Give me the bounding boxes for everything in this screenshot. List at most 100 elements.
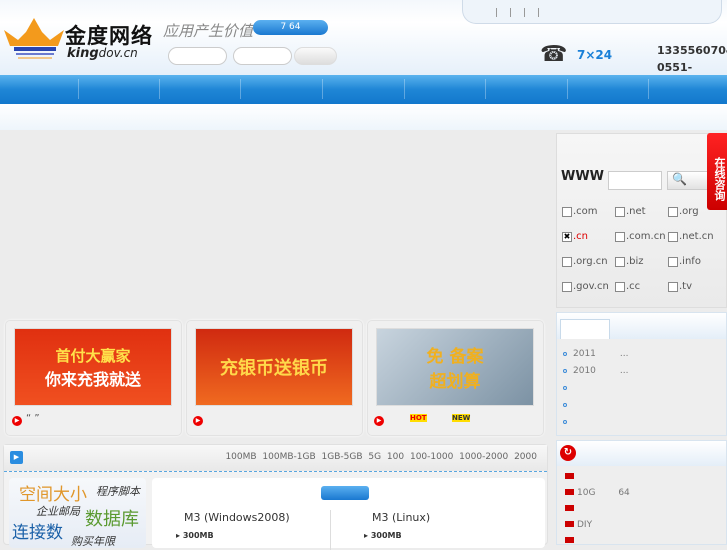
hot-item[interactable] xyxy=(565,472,577,482)
checkbox[interactable] xyxy=(562,281,572,292)
tld-checkbox[interactable]: .org xyxy=(668,206,699,217)
news-header xyxy=(557,313,726,339)
tld-checkbox[interactable]: .net.cn xyxy=(668,231,714,242)
checkbox[interactable] xyxy=(615,206,625,217)
hosting-plans: M3 (Windows2008) ▸ 300MB M3 (Linux) ▸ 30… xyxy=(152,478,545,550)
nav-item[interactable] xyxy=(404,79,405,99)
news-year: 2010 xyxy=(573,366,596,376)
tld-checkbox[interactable]: .com.cn xyxy=(615,231,666,242)
separator xyxy=(496,8,497,17)
tld-checkbox[interactable]: .info xyxy=(668,256,701,267)
checkbox[interactable] xyxy=(668,206,678,217)
promo-card[interactable]: 免 备案 超划算 ▶ HOT NEW xyxy=(367,320,544,436)
tag[interactable]: 企业邮局 xyxy=(36,503,80,519)
crown-logo-icon xyxy=(4,18,64,59)
tld-checkbox[interactable]: .org.cn xyxy=(562,256,608,267)
tld-label: .biz xyxy=(626,256,644,267)
news-more: ... xyxy=(619,366,629,376)
domain-input[interactable] xyxy=(608,171,662,190)
tld-label: .gov.cn xyxy=(573,281,609,292)
checkbox[interactable] xyxy=(668,231,678,242)
hot-logo-icon: ↻ xyxy=(560,445,576,461)
promo-card[interactable]: 首付大赢家 你来充我就送 ▶ “ ” xyxy=(5,320,182,436)
tag[interactable]: 数据库 xyxy=(85,505,139,531)
news-item[interactable] xyxy=(563,417,597,427)
nav-item[interactable] xyxy=(78,79,79,99)
hot-header: ↻ xyxy=(557,441,726,466)
banner-line: 首付大赢家 xyxy=(55,346,131,365)
news-item[interactable] xyxy=(563,383,597,393)
news-tab[interactable] xyxy=(560,319,610,339)
nav-item[interactable] xyxy=(567,79,568,99)
plan-spec: ▸ 300MB xyxy=(176,531,214,540)
nav-item[interactable] xyxy=(648,79,649,99)
news-item[interactable]: 2010... xyxy=(563,366,629,376)
nav-item[interactable] xyxy=(485,79,486,99)
tld-label: .org xyxy=(679,206,699,217)
logo-domain-rest: dov.cn xyxy=(98,46,138,60)
tld-label: .org.cn xyxy=(573,256,608,267)
tld-checkbox[interactable]: ✖ .cn xyxy=(562,231,588,242)
rank-icon xyxy=(565,505,574,511)
rank-icon xyxy=(565,489,574,495)
tld-checkbox[interactable]: .biz xyxy=(615,256,644,267)
checkbox[interactable]: ✖ xyxy=(562,231,572,242)
slogan-badge[interactable]: 7 64 xyxy=(253,20,328,35)
tld-checkbox[interactable]: .cc xyxy=(615,281,640,292)
promo-caption[interactable]: “ ” xyxy=(26,413,40,424)
promo-card[interactable]: 充银币送银币 ▶ xyxy=(186,320,363,436)
tag[interactable]: 空间大小 xyxy=(19,480,87,505)
tld-label: .tv xyxy=(679,281,693,292)
tld-checkbox[interactable]: .tv xyxy=(668,281,692,292)
hot-item[interactable]: 10G 64 xyxy=(565,488,630,498)
rank-icon xyxy=(565,537,574,543)
tld-checkbox[interactable]: .net xyxy=(615,206,646,217)
play-icon: ▶ xyxy=(193,416,203,426)
www-label: WWW . xyxy=(561,169,614,184)
banner-line: 超划算 xyxy=(429,372,481,392)
news-more: ... xyxy=(619,349,629,359)
nav-item[interactable] xyxy=(159,79,160,99)
bullet-icon xyxy=(563,420,567,424)
nav-item[interactable] xyxy=(322,79,323,99)
hot-badge: HOT xyxy=(410,414,427,422)
news-item[interactable] xyxy=(563,400,597,410)
new-badge: NEW xyxy=(452,414,471,422)
service-hours: 7×24 xyxy=(577,48,613,62)
plan-title[interactable]: M3 (Windows2008) xyxy=(184,511,290,524)
promo-banner[interactable]: 免 备案 超划算 xyxy=(376,328,534,406)
username-input[interactable] xyxy=(168,47,227,65)
checkbox[interactable] xyxy=(562,256,572,267)
play-icon: ▶ xyxy=(12,416,22,426)
logo-domain: kingdov.cn xyxy=(67,46,138,61)
password-input[interactable] xyxy=(233,47,292,65)
tld-label: .cc xyxy=(626,281,641,292)
checkbox[interactable] xyxy=(615,281,625,292)
tld-label: .cn xyxy=(573,231,589,242)
hot-item[interactable]: DIY xyxy=(565,520,592,530)
tag[interactable]: 程序脚本 xyxy=(96,483,140,499)
checkbox[interactable] xyxy=(615,231,625,242)
tld-label: .net xyxy=(626,206,646,217)
promo-banner[interactable]: 充银币送银币 xyxy=(195,328,353,406)
login-button[interactable] xyxy=(294,47,337,65)
plan-title[interactable]: M3 (Linux) xyxy=(372,511,430,524)
hosting-filters[interactable]: 100MB 100MB-1GB 1GB-5GB 5G 100 100-1000 … xyxy=(225,452,537,462)
checkbox[interactable] xyxy=(668,281,678,292)
checkbox[interactable] xyxy=(562,206,572,217)
nav-item[interactable] xyxy=(240,79,241,99)
tld-checkbox[interactable]: .gov.cn xyxy=(562,281,609,292)
separator xyxy=(524,8,525,17)
checkbox[interactable] xyxy=(668,256,678,267)
play-icon: ▶ xyxy=(374,416,384,426)
online-consult-tab[interactable]: 在线咨询 xyxy=(707,133,727,210)
news-item[interactable]: 2011... xyxy=(563,349,629,359)
checkbox[interactable] xyxy=(615,256,625,267)
tld-checkbox[interactable]: .com xyxy=(562,206,598,217)
promo-banner[interactable]: 首付大赢家 你来充我就送 xyxy=(14,328,172,406)
logo-domain-bold: king xyxy=(67,46,99,61)
hot-item[interactable] xyxy=(565,504,577,514)
plan-tab-button[interactable] xyxy=(321,486,369,500)
tag[interactable]: 连接数 xyxy=(12,518,63,543)
tag[interactable]: 购买年限 xyxy=(71,533,115,549)
